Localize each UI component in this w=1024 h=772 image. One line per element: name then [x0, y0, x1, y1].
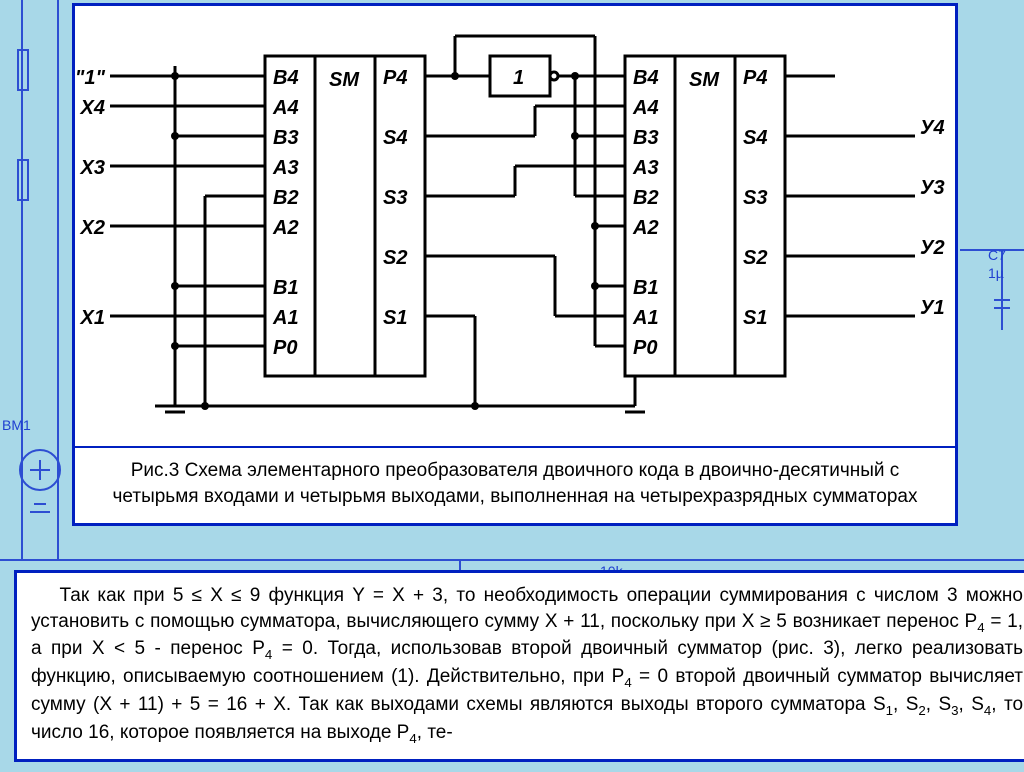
svg-text:B4: B4 — [633, 67, 659, 89]
figure-caption: Рис.3 Схема элементарного преобразовател… — [75, 446, 955, 523]
input-const1: "1" — [75, 67, 106, 89]
svg-text:B2: B2 — [273, 187, 299, 209]
svg-text:A4: A4 — [272, 97, 299, 119]
svg-text:B3: B3 — [273, 127, 299, 149]
explanation-paragraph: Так как при 5 ≤ X ≤ 9 функция Y = X + 3,… — [31, 583, 1023, 747]
svg-text:P4: P4 — [383, 67, 407, 89]
svg-text:A1: A1 — [272, 307, 299, 329]
svg-text:B3: B3 — [633, 127, 659, 149]
output-y3: У3 — [920, 177, 945, 199]
input-x2: X2 — [80, 217, 105, 239]
output-y4: У4 — [920, 117, 945, 139]
figure-frame: B4 A4 B3 A3 B2 A2 B1 A1 P0 SM P4 S4 S3 S… — [72, 3, 958, 526]
svg-text:B1: B1 — [273, 277, 299, 299]
svg-text:P0: P0 — [273, 337, 297, 359]
svg-text:P0: P0 — [633, 337, 657, 359]
bg-label-bm1: BM1 — [2, 417, 31, 433]
svg-text:S2: S2 — [743, 247, 767, 269]
input-x4: X4 — [80, 97, 105, 119]
output-y1: У1 — [920, 297, 945, 319]
svg-text:A2: A2 — [272, 217, 299, 239]
svg-text:S1: S1 — [743, 307, 767, 329]
svg-text:1: 1 — [513, 67, 524, 89]
schematic-diagram: B4 A4 B3 A3 B2 A2 B1 A1 P0 SM P4 S4 S3 S… — [75, 6, 955, 446]
svg-text:A4: A4 — [632, 97, 659, 119]
svg-text:A3: A3 — [272, 157, 299, 179]
explanation-text: Так как при 5 ≤ X ≤ 9 функция Y = X + 3,… — [14, 570, 1024, 762]
svg-text:S1: S1 — [383, 307, 407, 329]
svg-text:A3: A3 — [632, 157, 659, 179]
svg-text:S2: S2 — [383, 247, 407, 269]
svg-text:A2: A2 — [632, 217, 659, 239]
svg-text:P4: P4 — [743, 67, 767, 89]
input-x3: X3 — [80, 157, 105, 179]
svg-text:S3: S3 — [743, 187, 767, 209]
bg-label-c7val: 1µ — [988, 265, 1004, 281]
svg-text:S4: S4 — [743, 127, 767, 149]
svg-text:SM: SM — [329, 69, 360, 91]
svg-text:B4: B4 — [273, 67, 299, 89]
input-x1: X1 — [80, 307, 105, 329]
svg-text:A1: A1 — [632, 307, 659, 329]
svg-text:B1: B1 — [633, 277, 659, 299]
bg-label-c7: C7 — [988, 247, 1006, 263]
svg-text:S3: S3 — [383, 187, 407, 209]
svg-text:SM: SM — [689, 69, 720, 91]
output-y2: У2 — [920, 237, 945, 259]
svg-text:B2: B2 — [633, 187, 659, 209]
svg-text:S4: S4 — [383, 127, 407, 149]
